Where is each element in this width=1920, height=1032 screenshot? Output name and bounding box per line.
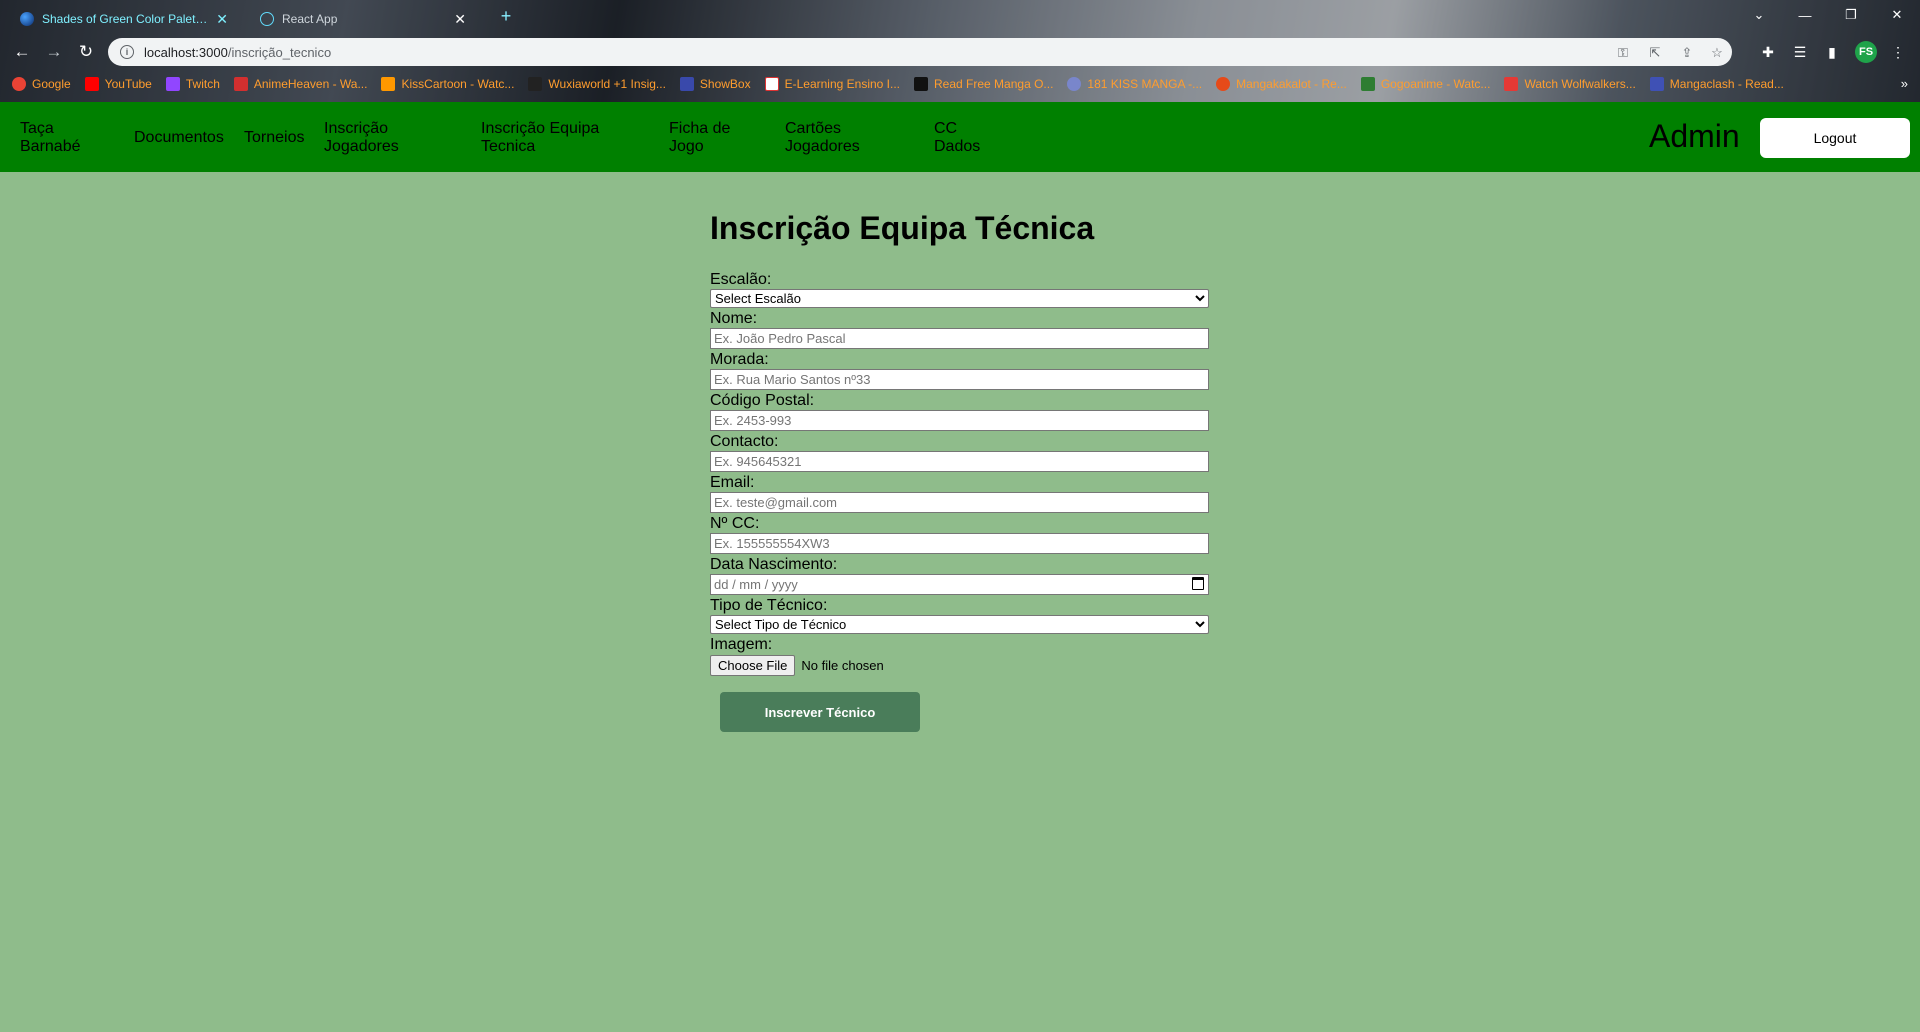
nav-cartoes-jogadores[interactable]: Cartões Jogadores: [785, 120, 860, 156]
bookmark-wolfwalkers[interactable]: Watch Wolfwalkers...: [1504, 77, 1636, 91]
nome-label: Nome:: [710, 310, 758, 327]
bookmark-mangakakalot[interactable]: Mangakakalot - Re...: [1216, 77, 1347, 91]
wuxiaworld-icon: [528, 77, 543, 91]
data-nascimento-field: [710, 574, 1210, 595]
admin-label: Admin: [1649, 118, 1740, 154]
site-info-icon[interactable]: i: [120, 45, 134, 59]
tab-strip: Shades of Green Color Palettes - ✕ React…: [0, 0, 1920, 34]
share-icon[interactable]: ⇪: [1678, 44, 1696, 62]
registration-form: Inscrição Equipa Técnica Escalão: Select…: [710, 210, 1210, 732]
new-tab-icon[interactable]: +: [492, 6, 520, 30]
forward-icon[interactable]: →: [40, 38, 68, 66]
bookmark-twitch[interactable]: Twitch: [165, 77, 220, 91]
nav-torneios[interactable]: Torneios: [244, 129, 304, 147]
react-icon: [260, 12, 274, 26]
reload-icon[interactable]: ↻: [72, 38, 100, 66]
escalao-select[interactable]: Select Escalão: [710, 289, 1209, 308]
showbox-icon: [679, 77, 694, 91]
url-text: localhost:3000/inscrição_tecnico: [144, 44, 332, 60]
cc-label: Nº CC:: [710, 515, 760, 532]
tab-react-app[interactable]: React App ✕: [248, 4, 478, 34]
nav-inscricao-jogadores[interactable]: Inscrição Jogadores: [324, 120, 399, 156]
more-bookmarks-icon[interactable]: »: [1901, 76, 1908, 91]
file-status: No file chosen: [801, 658, 884, 673]
address-bar[interactable]: i localhost:3000/inscrição_tecnico ⚿ ⇱ ⇪…: [108, 38, 1732, 66]
nome-input[interactable]: [710, 328, 1209, 349]
menu-icon[interactable]: ⋮: [1886, 40, 1910, 64]
data-nascimento-input[interactable]: [710, 574, 1209, 595]
imagem-label: Imagem:: [710, 636, 773, 653]
bookmark-kisscartoon[interactable]: KissCartoon - Watc...: [381, 77, 514, 91]
nav-taca-barnabe[interactable]: Taça Barnabé: [20, 120, 81, 156]
contacto-input[interactable]: [710, 451, 1209, 472]
youtube-icon: [84, 77, 99, 91]
imagem-file-input: Choose File No file chosen: [710, 655, 1210, 676]
nav-documentos[interactable]: Documentos: [134, 129, 224, 147]
extensions-icon[interactable]: ✚: [1756, 40, 1780, 64]
manga-icon: [914, 77, 929, 91]
bookmarks-bar: Google YouTube Twitch AnimeHeaven - Wa..…: [0, 72, 1920, 96]
codigo-postal-input[interactable]: [710, 410, 1209, 431]
bookmark-read-free-manga[interactable]: Read Free Manga O...: [914, 77, 1053, 91]
cc-input[interactable]: [710, 533, 1209, 554]
side-panel-icon[interactable]: ▮: [1820, 40, 1844, 64]
contacto-label: Contacto:: [710, 433, 779, 450]
tab-title: Shades of Green Color Palettes -: [42, 12, 209, 26]
bookmark-wuxiaworld[interactable]: Wuxiaworld +1 Insig...: [528, 77, 666, 91]
tab-shades-of-green[interactable]: Shades of Green Color Palettes - ✕: [8, 4, 240, 34]
browser-toolbar: ← → ↻ i localhost:3000/inscrição_tecnico…: [0, 36, 1920, 68]
mangaclash-icon: [1649, 77, 1664, 91]
email-label: Email:: [710, 474, 755, 491]
bookmark-animeheaven[interactable]: AnimeHeaven - Wa...: [233, 77, 367, 91]
nav-cc-dados[interactable]: CC Dados: [934, 120, 980, 156]
morada-input[interactable]: [710, 369, 1209, 390]
window-close-icon[interactable]: ✕: [1874, 0, 1920, 30]
profile-avatar[interactable]: FS: [1855, 41, 1877, 63]
tipo-tecnico-label: Tipo de Técnico:: [710, 597, 828, 614]
email-input[interactable]: [710, 492, 1209, 513]
bookmark-gogoanime[interactable]: Gogoanime - Watc...: [1360, 77, 1490, 91]
nav-inscricao-equipa-tecnica[interactable]: Inscrição Equipa Tecnica: [481, 120, 599, 156]
codigo-postal-label: Código Postal:: [710, 392, 815, 409]
choose-file-button[interactable]: Choose File: [710, 655, 796, 676]
kisscartoon-icon: [381, 77, 396, 91]
bookmark-youtube[interactable]: YouTube: [84, 77, 152, 91]
tab-title: React App: [282, 12, 338, 26]
bookmark-mangaclash[interactable]: Mangaclash - Read...: [1649, 77, 1784, 91]
close-icon[interactable]: ✕: [454, 11, 466, 28]
bookmark-showbox[interactable]: ShowBox: [679, 77, 751, 91]
animeheaven-icon: [233, 77, 248, 91]
mangakakalot-icon: [1216, 77, 1231, 91]
bookmark-kiss-manga[interactable]: 181 KISS MANGA -...: [1067, 77, 1202, 91]
escalao-label: Escalão:: [710, 271, 772, 288]
play-icon: [1504, 77, 1519, 91]
inscrever-tecnico-button[interactable]: Inscrever Técnico: [720, 692, 920, 732]
data-nascimento-label: Data Nascimento:: [710, 556, 838, 573]
globe-icon: [20, 12, 34, 26]
bookmark-star-icon[interactable]: ☆: [1708, 44, 1726, 62]
logout-button[interactable]: Logout: [1760, 118, 1910, 158]
bookmark-elearning[interactable]: E-Learning Ensino I...: [764, 77, 900, 91]
open-external-icon[interactable]: ⇱: [1646, 44, 1664, 62]
kissmanga-icon: [1067, 77, 1082, 91]
twitch-icon: [165, 77, 180, 91]
key-icon[interactable]: ⚿: [1614, 44, 1632, 62]
bookmark-google[interactable]: Google: [12, 77, 71, 91]
nav-ficha-de-jogo[interactable]: Ficha de Jogo: [669, 120, 730, 156]
gogoanime-icon: [1360, 77, 1375, 91]
morada-label: Morada:: [710, 351, 769, 368]
tipo-tecnico-select[interactable]: Select Tipo de Técnico: [710, 615, 1209, 634]
close-icon[interactable]: ✕: [216, 11, 228, 28]
calendar-icon[interactable]: [1192, 577, 1204, 590]
google-icon: [12, 77, 26, 91]
minimize-icon[interactable]: —: [1782, 0, 1828, 30]
tab-search-icon[interactable]: ⌄: [1736, 0, 1782, 30]
browser-chrome: Shades of Green Color Palettes - ✕ React…: [0, 0, 1920, 102]
page-title: Inscrição Equipa Técnica: [710, 210, 1095, 246]
elearning-icon: [764, 77, 779, 91]
restore-icon[interactable]: ❐: [1828, 0, 1874, 30]
back-icon[interactable]: ←: [8, 38, 36, 66]
reading-list-icon[interactable]: ☰: [1788, 40, 1812, 64]
